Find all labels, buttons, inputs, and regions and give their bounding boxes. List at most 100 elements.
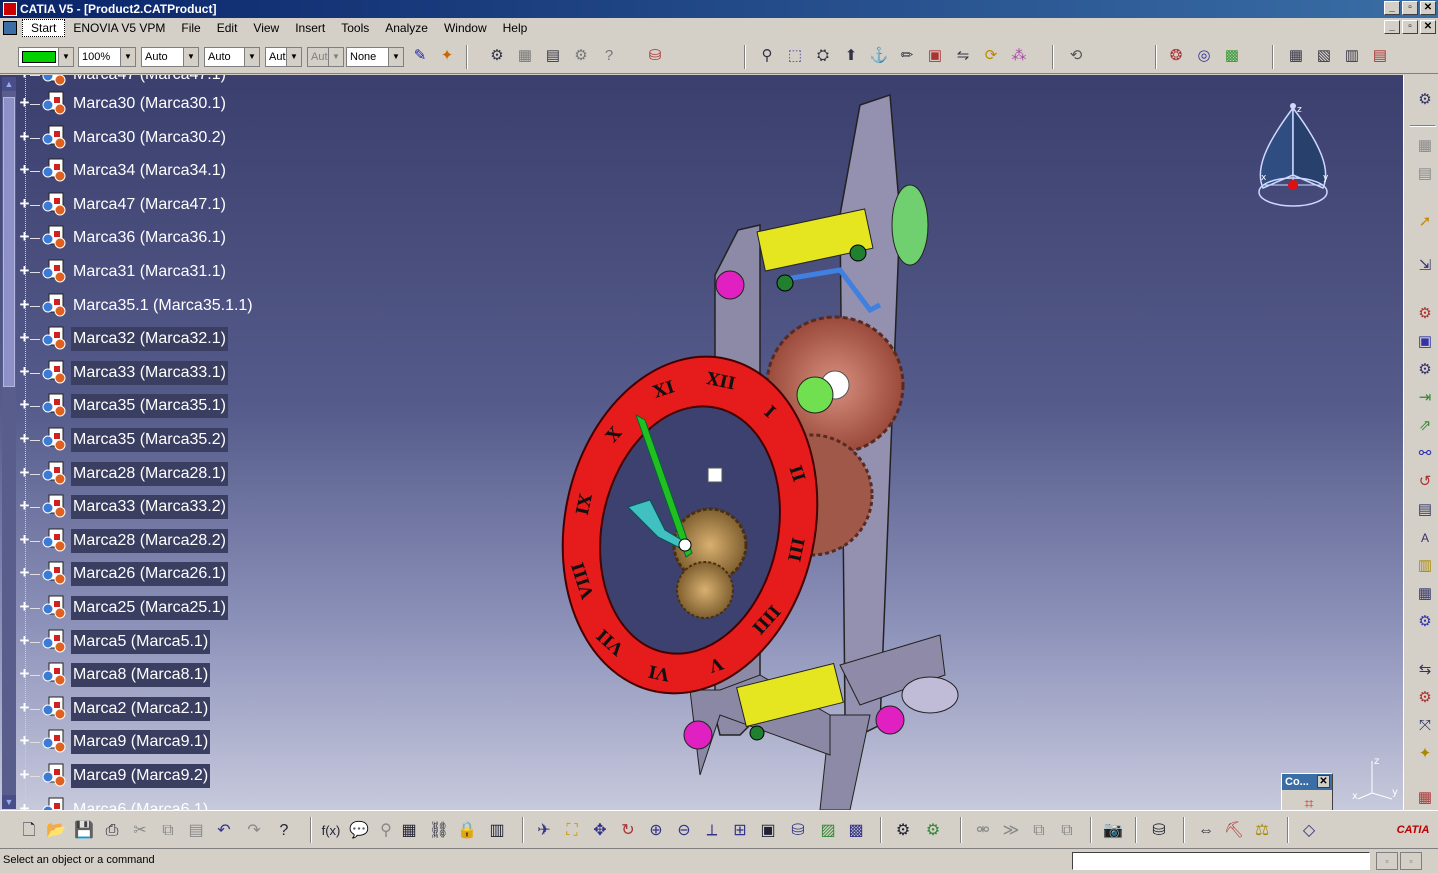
reuse-icon[interactable]: ⧉ <box>1056 820 1078 842</box>
minimize-button[interactable]: _ <box>1384 1 1400 15</box>
help-context-icon[interactable]: ? <box>598 45 620 67</box>
menu-insert[interactable]: Insert <box>287 18 333 38</box>
menu-file[interactable]: File <box>173 18 208 38</box>
analysis-icon[interactable]: ⚙ <box>1414 359 1436 381</box>
new-part-icon[interactable]: ▥ <box>1341 45 1363 67</box>
line-thickness-combo[interactable]: Auto ▼ <box>141 47 199 67</box>
doc-close-button[interactable]: ✕ <box>1420 20 1436 34</box>
shading-icon[interactable]: ▩ <box>845 820 867 842</box>
menu-window[interactable]: Window <box>436 18 495 38</box>
fly-mode-icon[interactable]: ✈ <box>533 820 555 842</box>
swap-visible-space-icon[interactable]: ▨ <box>817 820 839 842</box>
3d-viewport[interactable]: ▲ ▼ + Marca47 (Marca47.1) +Marca30 (Marc… <box>0 75 1403 810</box>
panel-close-button[interactable]: ✕ <box>1317 775 1330 788</box>
cycle-icon[interactable]: ⟲ <box>1065 45 1087 67</box>
scene-icon[interactable]: ▩ <box>1221 45 1243 67</box>
doc-restore-button[interactable]: ▫ <box>1402 20 1418 34</box>
constraint-off-icon[interactable]: ⚮ <box>972 820 994 842</box>
redo-icon[interactable]: ↷ <box>243 820 265 842</box>
whats-this-icon[interactable]: ? <box>273 820 295 842</box>
sphere-rendering-icon[interactable]: ❂ <box>1165 45 1187 67</box>
snap-icon[interactable]: ⬚ <box>784 45 806 67</box>
command-input[interactable] <box>1072 852 1370 870</box>
zoom-in-icon[interactable]: ⊕ <box>645 820 667 842</box>
paste-icon[interactable]: ▤ <box>185 820 207 842</box>
text-icon[interactable]: ▤ <box>1414 499 1436 521</box>
menu-enovia[interactable]: ENOVIA V5 VPM <box>65 18 173 38</box>
measure-between-icon[interactable]: ⇔ <box>1195 820 1217 842</box>
constraint-grid-icon[interactable]: ⌗ <box>1296 796 1322 810</box>
open-icon[interactable]: 📂 <box>45 820 67 842</box>
lock-icon[interactable]: 🔒 <box>456 820 478 842</box>
painter-icon[interactable]: ✎ <box>409 45 431 67</box>
publish-icon[interactable]: ⇥ <box>1414 387 1436 409</box>
capture-icon[interactable]: 📷 <box>1102 820 1124 842</box>
manipulation-icon[interactable]: ⚲ <box>756 45 778 67</box>
catalog-icon[interactable]: ⚙ <box>486 45 508 67</box>
floating-toolbar-panel[interactable]: Co...✕ ⌗ ▼ <box>1281 773 1333 810</box>
fit-all-icon[interactable]: ⛶ <box>561 820 583 842</box>
menu-edit[interactable]: Edit <box>209 18 246 38</box>
fix-together-icon[interactable]: ✦ <box>1414 743 1436 765</box>
hide-show-icon[interactable]: ⛁ <box>787 820 809 842</box>
quick-view-icon[interactable]: ⊞ <box>729 820 751 842</box>
multi-select-icon[interactable]: ⧉ <box>1028 820 1050 842</box>
symmetry-icon[interactable]: ⇆ <box>1414 659 1436 681</box>
transparency-combo[interactable]: 100% ▼ <box>78 47 136 67</box>
apply-material-icon[interactable]: ▦ <box>1414 787 1436 809</box>
pattern-icon[interactable]: ⁂ <box>1008 45 1030 67</box>
gear-settings-icon[interactable]: ⚙ <box>1414 611 1436 633</box>
scenes-icon[interactable]: ▣ <box>1414 331 1436 353</box>
catalog-browser-icon[interactable]: ▦ <box>1414 135 1436 157</box>
catia-app-icon[interactable] <box>3 2 17 16</box>
new-component-icon[interactable]: ▦ <box>1285 45 1307 67</box>
document-icon[interactable] <box>3 21 17 35</box>
menu-help[interactable]: Help <box>495 18 536 38</box>
copy-icon[interactable]: ⧉ <box>157 820 179 842</box>
existing-component-icon[interactable]: ▤ <box>1369 45 1391 67</box>
manual-update-icon[interactable]: ⚙ <box>922 820 944 842</box>
annotation-icon[interactable]: ⇗ <box>1414 415 1436 437</box>
menu-tools[interactable]: Tools <box>333 18 377 38</box>
inertia-icon[interactable]: ⚖ <box>1251 820 1273 842</box>
save-management-icon[interactable]: ▦ <box>514 45 536 67</box>
formula-icon[interactable]: ⚙ <box>570 45 592 67</box>
smart-move-icon[interactable]: ⛭ <box>812 45 834 67</box>
explode-icon[interactable]: ⬆ <box>840 45 862 67</box>
properties-painter-icon[interactable]: ✦ <box>436 45 458 67</box>
point-symbol-combo[interactable]: Aut ▼ <box>265 47 302 67</box>
menu-view[interactable]: View <box>245 18 287 38</box>
measure-icon[interactable]: ▣ <box>924 45 946 67</box>
apply-material-bottom-icon[interactable]: ◇ <box>1298 820 1320 842</box>
group-icon[interactable]: ⚙ <box>1414 687 1436 709</box>
move-icon[interactable]: ⇲ <box>1414 255 1436 277</box>
bom-icon[interactable]: ⚙ <box>1414 303 1436 325</box>
knowledge-advisor-icon[interactable]: ⚲ <box>375 820 397 842</box>
zoom-out-icon[interactable]: ⊖ <box>673 820 695 842</box>
clock-model[interactable]: XIIIIIIIIIIIIVVIVIIVIIIIXXXI <box>0 75 1403 810</box>
normal-view-icon[interactable]: ⟂ <box>701 820 723 842</box>
arrows-icon[interactable]: ≫ <box>1000 820 1022 842</box>
text-annotation-icon[interactable]: A <box>1414 527 1436 549</box>
compass-widget[interactable]: z x y <box>1255 100 1335 210</box>
new-product-icon[interactable]: ▧ <box>1313 45 1335 67</box>
status-button-icon[interactable]: ▫ <box>1400 852 1422 870</box>
comment-icon[interactable]: 💬 <box>348 820 370 842</box>
sketch-icon[interactable]: ✏ <box>896 45 918 67</box>
structure-icon[interactable]: ▦ <box>1414 583 1436 605</box>
new-icon[interactable]: 🗋 <box>18 820 40 842</box>
rotate-icon[interactable]: ↻ <box>617 820 639 842</box>
manage-icon[interactable]: ⛁ <box>1148 820 1170 842</box>
undo-icon[interactable]: ↶ <box>213 820 235 842</box>
menu-start[interactable]: Start <box>22 19 66 37</box>
product-management-icon[interactable]: ⛁ <box>644 45 666 67</box>
menu-analyze[interactable]: Analyze <box>377 18 436 38</box>
restore-button[interactable]: ▫ <box>1402 1 1418 15</box>
clash-icon[interactable]: ⚯ <box>1414 443 1436 465</box>
close-button[interactable]: ✕ <box>1420 1 1436 15</box>
pan-icon[interactable]: ✥ <box>589 820 611 842</box>
formula-fx-icon[interactable]: f(x) <box>320 820 342 842</box>
assembly-icon[interactable]: ⚙ <box>1414 89 1436 111</box>
flag-note-icon[interactable]: ▥ <box>1414 555 1436 577</box>
constraint-icon[interactable]: ⇋ <box>952 45 974 67</box>
